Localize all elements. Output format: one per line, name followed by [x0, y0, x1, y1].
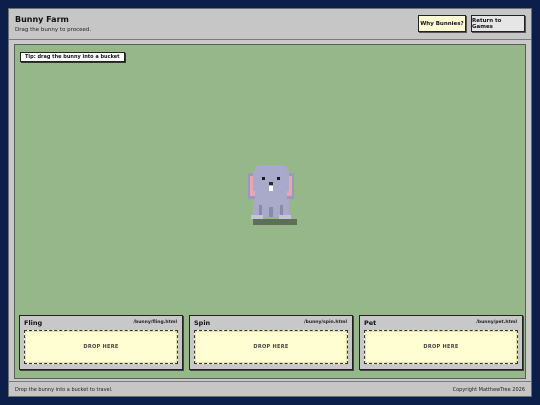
page-subtitle: Drag the bunny to proceed.: [15, 27, 92, 33]
drop-zone-spin[interactable]: DROP HERE: [194, 330, 348, 364]
bucket-name: Spin: [194, 319, 211, 327]
footer-instructions: Drop the bunny into a bucket to travel.: [15, 387, 113, 393]
bucket-path: /bunny/spin.html: [304, 320, 347, 325]
game-window: Bunny Farm Drag the bunny to proceed. Wh…: [8, 8, 532, 397]
footer: Drop the bunny into a bucket to travel. …: [9, 381, 531, 396]
bucket-name: Pet: [364, 319, 377, 327]
drop-zone-fling[interactable]: DROP HERE: [24, 330, 178, 364]
page-title: Bunny Farm: [15, 15, 69, 24]
bunny-icon[interactable]: [245, 163, 301, 227]
tip-label: Tip: drag the bunny into a bucket: [20, 52, 125, 62]
bucket-spin: Spin /bunny/spin.html DROP HERE: [189, 315, 353, 370]
why-bunnies-button[interactable]: Why Bunnies?: [418, 15, 466, 32]
header: Bunny Farm Drag the bunny to proceed. Wh…: [9, 9, 531, 40]
bucket-path: /bunny/pet.html: [476, 320, 517, 325]
return-to-games-button[interactable]: Return to Games: [471, 15, 525, 32]
drop-zone-pet[interactable]: DROP HERE: [364, 330, 518, 364]
bucket-pet: Pet /bunny/pet.html DROP HERE: [359, 315, 523, 370]
bucket-name: Fling: [24, 319, 43, 327]
footer-copyright: Copyright MatthewTree 2026: [452, 387, 525, 393]
bucket-fling: Fling /bunny/fling.html DROP HERE: [19, 315, 183, 370]
bucket-path: /bunny/fling.html: [133, 320, 177, 325]
play-field: Tip: drag the bunny into a bucket Fling …: [14, 44, 526, 379]
